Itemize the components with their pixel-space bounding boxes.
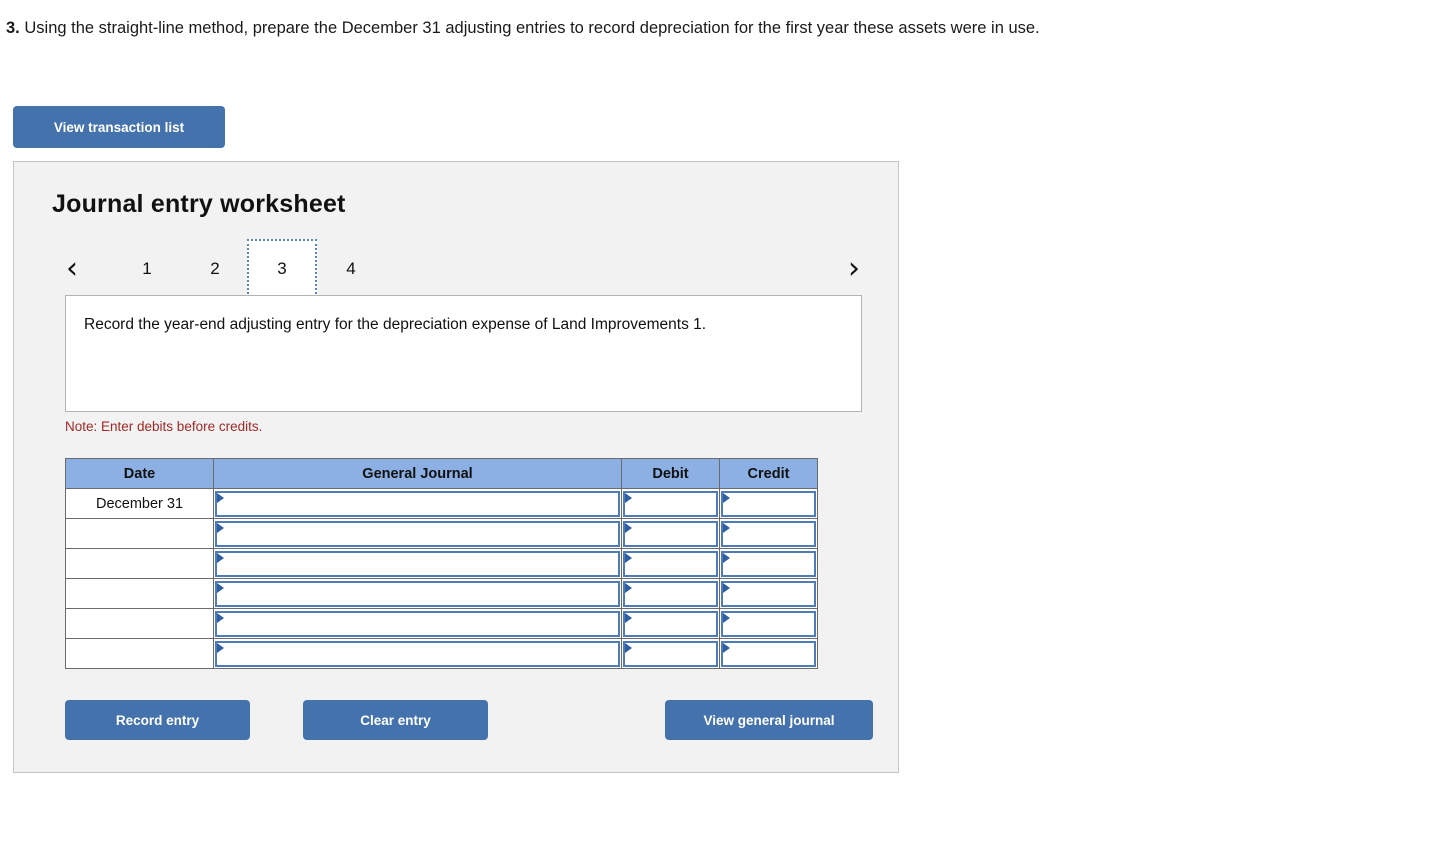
dropdown-triangle-icon xyxy=(217,612,224,623)
date-cell[interactable] xyxy=(65,608,214,639)
clear-entry-button[interactable]: Clear entry xyxy=(303,700,488,740)
credit-input[interactable] xyxy=(721,490,816,517)
dropdown-triangle-icon xyxy=(217,552,224,563)
column-header-general-journal: General Journal xyxy=(213,458,622,489)
date-cell[interactable] xyxy=(65,638,214,669)
debit-cell[interactable] xyxy=(621,548,720,579)
worksheet-tab-4[interactable]: 4 xyxy=(316,239,386,298)
date-cell[interactable]: December 31 xyxy=(65,488,214,519)
question-text: Using the straight-line method, prepare … xyxy=(24,19,1040,37)
debit-input[interactable] xyxy=(623,490,718,517)
question-number: 3. xyxy=(6,19,20,37)
column-header-debit: Debit xyxy=(621,458,720,489)
dropdown-triangle-icon xyxy=(625,582,632,593)
dropdown-triangle-icon xyxy=(625,552,632,563)
date-cell[interactable] xyxy=(65,548,214,579)
worksheet-title: Journal entry worksheet xyxy=(52,190,346,218)
general-journal-cell[interactable] xyxy=(213,518,622,549)
general-journal-cell[interactable] xyxy=(213,578,622,609)
dropdown-triangle-icon xyxy=(217,582,224,593)
credit-input[interactable] xyxy=(721,580,816,607)
worksheet-tab-2[interactable]: 2 xyxy=(180,239,250,298)
credit-cell[interactable] xyxy=(719,518,818,549)
debit-cell[interactable] xyxy=(621,608,720,639)
debit-input[interactable] xyxy=(623,640,718,667)
view-transaction-list-button[interactable]: View transaction list xyxy=(13,106,225,148)
dropdown-triangle-icon xyxy=(723,522,730,533)
table-row xyxy=(65,608,818,639)
debit-cell[interactable] xyxy=(621,518,720,549)
column-header-credit: Credit xyxy=(719,458,818,489)
table-row xyxy=(65,578,818,609)
credit-input[interactable] xyxy=(721,610,816,637)
account-select[interactable] xyxy=(215,550,620,577)
dropdown-triangle-icon xyxy=(723,582,730,593)
dropdown-triangle-icon xyxy=(625,642,632,653)
journal-entry-worksheet-panel: Journal entry worksheet ‹ 1 2 3 4 › Reco… xyxy=(13,161,899,773)
table-row xyxy=(65,638,818,669)
debit-input[interactable] xyxy=(623,520,718,547)
dropdown-triangle-icon xyxy=(625,522,632,533)
account-select[interactable] xyxy=(215,490,620,517)
credit-cell[interactable] xyxy=(719,608,818,639)
dropdown-triangle-icon xyxy=(723,612,730,623)
table-row xyxy=(65,548,818,579)
account-select[interactable] xyxy=(215,610,620,637)
debit-input[interactable] xyxy=(623,610,718,637)
table-row xyxy=(65,518,818,549)
record-entry-button[interactable]: Record entry xyxy=(65,700,250,740)
credit-input[interactable] xyxy=(721,640,816,667)
dropdown-triangle-icon xyxy=(723,642,730,653)
worksheet-tab-1[interactable]: 1 xyxy=(112,239,182,298)
account-select[interactable] xyxy=(215,640,620,667)
account-select[interactable] xyxy=(215,580,620,607)
date-cell[interactable] xyxy=(65,578,214,609)
dropdown-triangle-icon xyxy=(217,492,224,503)
question-prompt: 3. Using the straight-line method, prepa… xyxy=(6,16,1272,40)
account-select[interactable] xyxy=(215,520,620,547)
worksheet-tab-3[interactable]: 3 xyxy=(247,239,317,298)
dropdown-triangle-icon xyxy=(625,612,632,623)
general-journal-cell[interactable] xyxy=(213,608,622,639)
dropdown-triangle-icon xyxy=(625,492,632,503)
credit-cell[interactable] xyxy=(719,548,818,579)
dropdown-triangle-icon xyxy=(723,552,730,563)
credit-cell[interactable] xyxy=(719,578,818,609)
debit-input[interactable] xyxy=(623,580,718,607)
dropdown-triangle-icon xyxy=(217,642,224,653)
debits-before-credits-note: Note: Enter debits before credits. xyxy=(65,419,263,434)
dropdown-triangle-icon xyxy=(217,522,224,533)
debit-input[interactable] xyxy=(623,550,718,577)
transaction-description-text: Record the year-end adjusting entry for … xyxy=(84,316,707,333)
transaction-description-box: Record the year-end adjusting entry for … xyxy=(65,295,862,412)
credit-cell[interactable] xyxy=(719,638,818,669)
dropdown-triangle-icon xyxy=(723,492,730,503)
debit-cell[interactable] xyxy=(621,578,720,609)
credit-input[interactable] xyxy=(721,550,816,577)
view-general-journal-button[interactable]: View general journal xyxy=(665,700,873,740)
table-row: December 31 xyxy=(65,488,818,519)
chevron-left-icon[interactable]: ‹ xyxy=(52,239,92,298)
column-header-date: Date xyxy=(65,458,214,489)
credit-cell[interactable] xyxy=(719,488,818,519)
general-journal-cell[interactable] xyxy=(213,488,622,519)
debit-cell[interactable] xyxy=(621,638,720,669)
credit-input[interactable] xyxy=(721,520,816,547)
journal-entry-table: Date General Journal Debit Credit Decemb… xyxy=(65,458,818,669)
general-journal-cell[interactable] xyxy=(213,638,622,669)
chevron-right-icon[interactable]: › xyxy=(834,239,874,298)
table-header-row: Date General Journal Debit Credit xyxy=(65,458,818,489)
debit-cell[interactable] xyxy=(621,488,720,519)
date-cell[interactable] xyxy=(65,518,214,549)
general-journal-cell[interactable] xyxy=(213,548,622,579)
worksheet-pager: ‹ 1 2 3 4 › xyxy=(14,239,900,298)
